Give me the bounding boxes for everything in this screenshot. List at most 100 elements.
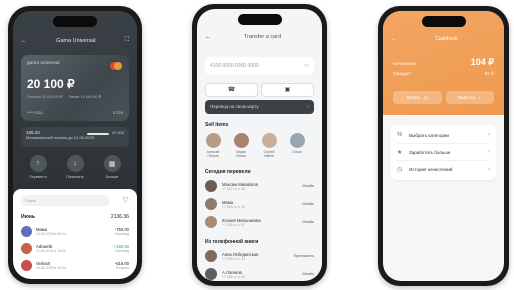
cashback-menu: % Выбрать категории › ★ Заработать больш… — [391, 125, 496, 180]
transaction-date: 10.06.2025 в 13:40 — [36, 266, 67, 270]
action-label: Перевести — [29, 175, 47, 179]
action-label: Пополнить — [66, 175, 84, 179]
contact-name: Ольга — [292, 150, 302, 154]
own-card-transfer-button[interactable]: Перевод на свою карту › — [205, 100, 314, 114]
withdraw-button[interactable]: Вывести ◐ — [445, 91, 494, 104]
transaction-row[interactable]: Мама 12.06.2025 в 09:14 -750.00 Перевод — [21, 226, 129, 237]
list-item[interactable]: Ксения Мельникова +7 926 ••• •• 87 Gmail… — [205, 213, 314, 231]
card-number-value: 4100 0000 0000 0000 — [210, 63, 259, 69]
save-button[interactable]: Копить ◎ — [393, 91, 442, 104]
avatar — [205, 133, 221, 148]
quick-contact[interactable]: Ольга — [287, 133, 307, 158]
notch — [237, 14, 282, 25]
percent-icon: % — [397, 132, 403, 138]
person-tag: Gmails — [302, 272, 314, 276]
month-title: Июнь — [21, 214, 35, 220]
grid-icon: ▦ — [103, 155, 121, 172]
card-meta: Остаток 10 000,00 ₽ Лимит 10 000,00 ₽ — [27, 94, 123, 99]
contacts-icon: ☎ — [227, 87, 236, 93]
filter-icon[interactable]: ▽ — [123, 196, 128, 204]
action-label: Больше — [105, 175, 119, 179]
arrow-down-icon: ↓ — [66, 155, 84, 172]
star-icon: ★ — [397, 149, 403, 156]
source-buttons: ☎ ▣ — [205, 83, 314, 97]
menu-item[interactable]: ★ Заработать больше › — [397, 144, 490, 161]
top-bar: ← Cashback — [391, 36, 496, 42]
person-tag: Gmails — [302, 184, 314, 188]
person-detail: +7 915 ••• •• 33 — [222, 256, 245, 261]
notch — [53, 16, 97, 27]
screen: ← Gama Universal ⛶ gama universal 20 100… — [13, 11, 137, 279]
phonebook-section-label: Из телефонной книги — [205, 239, 259, 245]
avatar — [21, 260, 32, 271]
phone-transfer-screen: ← Transfer a card 4100 0000 0000 0000 ▭ … — [192, 4, 327, 286]
avatar — [21, 226, 32, 237]
payment-limit[interactable]: 165.33 22 000 Минимальный платеж до 12.0… — [21, 127, 129, 147]
quick-contact[interactable]: Сергей Ивлев — [259, 133, 279, 158]
arrow-left-icon[interactable]: ← — [21, 38, 27, 44]
cashback-row: Начислено 104 ₽ — [393, 57, 494, 68]
screen: ← Transfer a card 4100 0000 0000 0000 ▭ … — [197, 9, 322, 281]
recent-section-label: Сегодня перевели — [205, 169, 251, 175]
card-header-area: ← Gama Universal ⛶ gama universal 20 100… — [13, 11, 137, 191]
contact-name: Алексей Петров — [206, 150, 220, 158]
person-detail: +7 903 ••• •• 12 — [222, 204, 245, 209]
top-up-button[interactable]: ↓ Пополнить — [60, 155, 90, 179]
chevron-right-icon: › — [488, 132, 490, 138]
transaction-type: Покупка — [115, 266, 129, 270]
more-button[interactable]: ▦ Больше — [97, 155, 127, 179]
withdraw-label: Вывести — [458, 95, 475, 100]
menu-item-label: Заработать больше — [409, 149, 451, 155]
transaction-row[interactable]: Adraenik 11.06.2025 в 18:02 +150.00 Пере… — [21, 243, 129, 254]
card-expiry: 07/28 — [112, 110, 123, 115]
own-card-transfer-label: Перевод на свою карту — [210, 104, 259, 109]
avatar — [205, 216, 217, 228]
save-label: Копить — [406, 95, 421, 100]
limit-progress-bar — [87, 133, 109, 135]
card-meta-right: Лимит 10 000,00 ₽ — [68, 95, 101, 99]
transaction-row[interactable]: Velmart 10.06.2025 в 13:40 -616.00 Покуп… — [21, 260, 129, 271]
list-item[interactable]: Анна Лебединская +7 915 ••• •• 33 Пригла… — [205, 247, 314, 265]
cashback-key: Ожидает — [393, 71, 412, 76]
transaction-type: Перевод — [114, 249, 129, 253]
menu-item-label: Выбрать категории — [409, 132, 449, 138]
coins-icon: ◎ — [424, 95, 428, 100]
chevron-right-icon: › — [488, 149, 490, 155]
limit-right-value: 22 000 — [111, 130, 124, 135]
invite-button[interactable]: Пригласить — [294, 254, 314, 258]
cashback-value: 104 ₽ — [470, 57, 494, 67]
search-input[interactable]: Поиск — [21, 195, 109, 206]
mastercard-logo-icon — [110, 62, 122, 70]
menu-item[interactable]: % Выбрать категории › — [397, 127, 490, 144]
list-item[interactable]: А.Логинов +7 985 ••• •• 09 Gmails — [205, 265, 314, 281]
card-balance: 20 100 ₽ — [27, 77, 75, 91]
contacts-button[interactable]: ☎ — [205, 83, 258, 97]
qr-button[interactable]: ▣ — [261, 83, 314, 97]
phone-cashback-screen: ← Cashback Начислено 104 ₽ Ожидает 52 ₽ … — [378, 6, 509, 286]
quick-contact[interactable]: Мария Лоева — [231, 133, 251, 158]
chevron-right-icon: › — [488, 166, 490, 173]
person-detail: +7 912 ••• •• 45 — [222, 186, 245, 191]
chevron-right-icon: › — [307, 104, 310, 109]
menu-item-label: История начислений — [409, 167, 453, 172]
page-title: Gama Universal — [56, 37, 96, 44]
person-detail: +7 985 ••• •• 09 — [222, 274, 245, 279]
card-meta-left: Остаток 10 000,00 ₽ — [27, 95, 63, 99]
cashback-row: Ожидает 52 ₽ — [393, 71, 494, 77]
bank-card[interactable]: gama universal 20 100 ₽ Остаток 10 000,0… — [21, 55, 129, 121]
arrow-up-icon: ↑ — [29, 155, 47, 172]
contact-name: Сергей Ивлев — [263, 150, 275, 158]
action-buttons: ↑ Перевести ↓ Пополнить ▦ Больше — [23, 155, 127, 179]
scan-icon[interactable]: ⛶ — [125, 37, 129, 44]
phonebook-list: Анна Лебединская +7 915 ••• •• 33 Пригла… — [205, 247, 314, 281]
list-item[interactable]: Мама +7 903 ••• •• 12 Gmails — [205, 195, 314, 213]
avatar — [205, 268, 217, 280]
card-icon[interactable]: ▭ — [304, 63, 309, 69]
card-number-field[interactable]: 4100 0000 0000 0000 ▭ — [205, 57, 314, 75]
transaction-date: 11.06.2025 в 18:02 — [36, 249, 66, 253]
menu-item[interactable]: ◷ История начислений › — [397, 161, 490, 178]
quick-contact[interactable]: Алексей Петров — [203, 133, 223, 158]
list-item[interactable]: Максим Михайлов +7 912 ••• •• 45 Gmails — [205, 177, 314, 195]
month-total: 2136.36 — [110, 214, 129, 220]
transfer-button[interactable]: ↑ Перевести — [23, 155, 53, 179]
